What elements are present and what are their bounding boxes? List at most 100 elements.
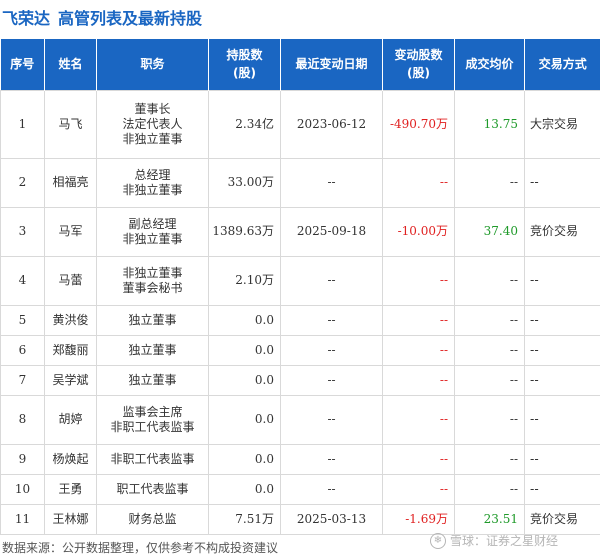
cell-change: -10.00万	[382, 206, 455, 257]
snowball-icon: ❄	[430, 532, 446, 549]
col-header-method: 交易方式	[524, 39, 600, 90]
cell-method: --	[524, 443, 600, 475]
watermark: ❄ 雪球：证券之星财经	[430, 532, 558, 549]
cell-change: --	[382, 157, 455, 208]
cell-name: 马飞	[44, 89, 97, 159]
col-header-no: 序号	[0, 39, 45, 90]
cell-price: 23.51	[454, 503, 525, 535]
cell-date: --	[280, 443, 383, 475]
role-line: 董事长	[134, 101, 171, 116]
cell-change: --	[382, 394, 455, 445]
cell-method: --	[524, 334, 600, 366]
cell-price: 37.40	[454, 206, 525, 257]
cell-no: 4	[0, 255, 45, 306]
cell-shares: 0.0	[208, 334, 281, 366]
cell-name: 吴学斌	[44, 364, 97, 396]
role-line: 董事会秘书	[122, 280, 183, 295]
cell-shares: 0.0	[208, 443, 281, 475]
cell-method: 竞价交易	[524, 503, 600, 535]
table-row: 9 杨焕起 非职工代表监事 0.0 -- -- -- --	[0, 443, 600, 475]
cell-roles: 非职工代表监事	[96, 443, 209, 475]
cell-shares: 7.51万	[208, 503, 281, 535]
cell-no: 5	[0, 304, 45, 336]
role-line: 非独立董事	[122, 182, 183, 197]
cell-name: 马蕾	[44, 255, 97, 306]
table-row: 4 马蕾 非独立董事 董事会秘书 2.10万 -- -- -- --	[0, 255, 600, 306]
cell-price: --	[454, 157, 525, 208]
watermark-text: 雪球：证券之星财经	[450, 534, 559, 548]
role-line: 职工代表监事	[116, 481, 189, 496]
cell-name: 杨焕起	[44, 443, 97, 475]
cell-no: 7	[0, 364, 45, 396]
cell-price: --	[454, 304, 525, 336]
cell-shares: 0.0	[208, 364, 281, 396]
cell-shares: 1389.63万	[208, 206, 281, 257]
role-line: 总经理	[134, 167, 171, 182]
role-line: 非职工代表监事	[110, 451, 195, 466]
cell-name: 王勇	[44, 473, 97, 505]
cell-no: 8	[0, 394, 45, 445]
cell-date: 2025-03-13	[280, 503, 383, 535]
table-row: 1 马飞 董事长 法定代表人 非独立董事 2.34亿 2023-06-12 -490.70万 1…	[0, 89, 600, 159]
cell-change: --	[382, 364, 455, 396]
cell-price: 13.75	[454, 89, 525, 159]
cell-shares: 0.0	[208, 473, 281, 505]
cell-date: 2025-09-18	[280, 206, 383, 257]
cell-name: 马军	[44, 206, 97, 257]
data-source-note: 数据来源：公开数据整理，仅供参考不构成投资建议	[2, 541, 279, 555]
cell-method: --	[524, 304, 600, 336]
cell-no: 9	[0, 443, 45, 475]
role-line: 财务总监	[128, 511, 177, 526]
cell-name: 黄洪俊	[44, 304, 97, 336]
cell-no: 6	[0, 334, 45, 366]
cell-roles: 独立董事	[96, 364, 209, 396]
cell-change: -1.69万	[382, 503, 455, 535]
cell-no: 1	[0, 89, 45, 159]
cell-price: --	[454, 255, 525, 306]
cell-change: --	[382, 334, 455, 366]
role-line: 非独立董事	[122, 131, 183, 146]
role-line: 副总经理	[128, 216, 177, 231]
cell-name: 相福亮	[44, 157, 97, 208]
cell-name: 胡婷	[44, 394, 97, 445]
cell-name: 郑馥丽	[44, 334, 97, 366]
cell-date: --	[280, 394, 383, 445]
table-row: 11 王林娜 财务总监 7.51万 2025-03-13 -1.69万 23.51 竞价交易	[0, 503, 600, 535]
cell-date: --	[280, 473, 383, 505]
role-line: 监事会主席	[122, 404, 183, 419]
role-line: 非职工代表监事	[110, 419, 195, 434]
cell-roles: 独立董事	[96, 304, 209, 336]
cell-change: -490.70万	[382, 89, 455, 159]
table-row: 10 王勇 职工代表监事 0.0 -- -- -- --	[0, 473, 600, 505]
table-row: 6 郑馥丽 独立董事 0.0 -- -- -- --	[0, 334, 600, 366]
role-line: 非独立董事	[122, 265, 183, 280]
executive-table: 序号 姓名 职务 持股数 (股) 最近变动日期 变动股数 (股) 成交均价 交易…	[0, 39, 600, 535]
cell-price: --	[454, 334, 525, 366]
cell-date: --	[280, 157, 383, 208]
cell-shares: 2.10万	[208, 255, 281, 306]
table-row: 3 马军 副总经理 非独立董事 1389.63万 2025-09-18 -10.00万 37.…	[0, 206, 600, 257]
company-name: 飞荣达	[2, 9, 51, 28]
cell-no: 3	[0, 206, 45, 257]
cell-price: --	[454, 364, 525, 396]
cell-price: --	[454, 473, 525, 505]
col-header-name: 姓名	[44, 39, 97, 90]
col-header-role: 职务	[96, 39, 209, 90]
cell-date: --	[280, 334, 383, 366]
cell-no: 11	[0, 503, 45, 535]
role-line: 独立董事	[128, 342, 177, 357]
cell-change: --	[382, 473, 455, 505]
cell-method: --	[524, 157, 600, 208]
cell-roles: 非独立董事 董事会秘书	[96, 255, 209, 306]
role-line: 独立董事	[128, 312, 177, 327]
cell-date: --	[280, 364, 383, 396]
cell-no: 2	[0, 157, 45, 208]
col-header-price: 成交均价	[454, 39, 525, 90]
cell-change: --	[382, 443, 455, 475]
col-header-change: 变动股数 (股)	[382, 39, 455, 90]
page-title: 飞荣达 高管列表及最新持股	[0, 0, 600, 34]
cell-change: --	[382, 255, 455, 306]
cell-roles: 董事长 法定代表人 非独立董事	[96, 89, 209, 159]
cell-method: --	[524, 255, 600, 306]
cell-roles: 副总经理 非独立董事	[96, 206, 209, 257]
